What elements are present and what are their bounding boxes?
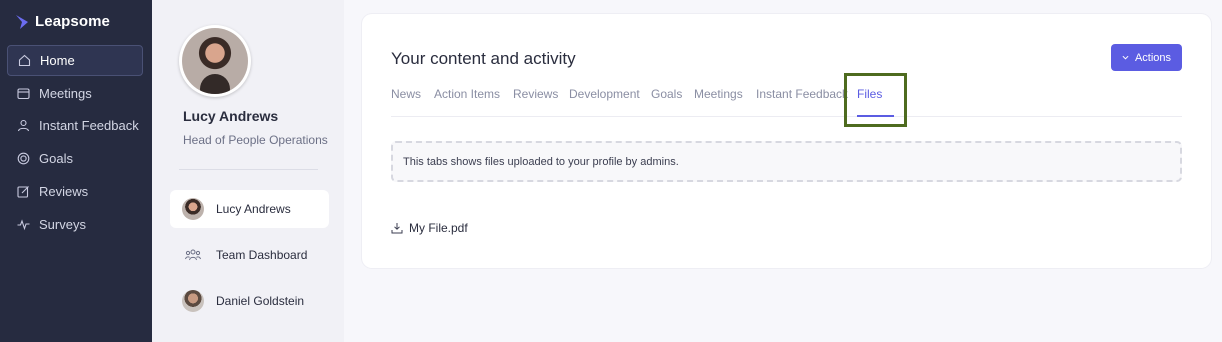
- nav-item-surveys[interactable]: Surveys: [7, 209, 143, 240]
- chevron-down-icon: [1122, 55, 1129, 60]
- nav-item-label: Instant Feedback: [39, 118, 139, 133]
- feedback-icon: [17, 119, 30, 132]
- files-info-text: This tabs shows files uploaded to your p…: [403, 155, 679, 168]
- person-item-label: Daniel Goldstein: [216, 294, 305, 308]
- brand-name: Leapsome: [35, 13, 110, 30]
- person-item-label: Team Dashboard: [216, 248, 308, 262]
- nav-item-goals[interactable]: Goals: [7, 143, 143, 174]
- tab-goals[interactable]: Goals: [651, 87, 682, 101]
- profile-photo: [182, 28, 248, 94]
- profile-name: Lucy Andrews: [183, 108, 279, 124]
- person-item-label: Lucy Andrews: [216, 202, 291, 216]
- meetings-icon: [17, 88, 30, 100]
- actions-button[interactable]: Actions: [1111, 44, 1182, 71]
- actions-button-label: Actions: [1134, 51, 1172, 64]
- profile-avatar: [179, 25, 251, 97]
- profile-panel: Lucy Andrews Head of People Operations L…: [152, 0, 344, 342]
- nav-item-home[interactable]: Home: [7, 45, 143, 76]
- nav-item-label: Home: [40, 53, 75, 68]
- tab-news[interactable]: News: [391, 87, 421, 101]
- nav-item-instant-feedback[interactable]: Instant Feedback: [7, 110, 143, 141]
- person-item-lucy-andrews[interactable]: Lucy Andrews: [170, 190, 329, 228]
- profile-divider: [179, 169, 318, 170]
- content-card: Your content and activity Actions News A…: [362, 14, 1211, 268]
- avatar: [182, 290, 204, 312]
- tab-files[interactable]: Files: [857, 87, 882, 101]
- nav-item-label: Reviews: [39, 184, 89, 199]
- file-name: My File.pdf: [409, 221, 468, 235]
- files-info-box: This tabs shows files uploaded to your p…: [391, 141, 1182, 182]
- file-item[interactable]: My File.pdf: [391, 221, 468, 235]
- tab-meetings[interactable]: Meetings: [694, 87, 743, 101]
- nav-item-reviews[interactable]: Reviews: [7, 176, 143, 207]
- person-item-team-dashboard[interactable]: Team Dashboard: [170, 236, 329, 274]
- nav-item-label: Surveys: [39, 217, 86, 232]
- tab-reviews[interactable]: Reviews: [513, 87, 558, 101]
- nav-item-meetings[interactable]: Meetings: [7, 78, 143, 109]
- team-icon: [182, 244, 204, 266]
- home-icon: [18, 54, 31, 67]
- content-tabs: News Action Items Reviews Development Go…: [391, 87, 1182, 117]
- download-icon: [391, 223, 403, 234]
- avatar: [182, 198, 204, 220]
- brand-logo[interactable]: Leapsome: [15, 13, 110, 30]
- tab-action-items[interactable]: Action Items: [434, 87, 500, 101]
- active-tab-indicator: [857, 115, 894, 117]
- tab-instant-feedback[interactable]: Instant Feedback: [756, 87, 848, 101]
- reviews-icon: [17, 186, 29, 198]
- goals-icon: [17, 152, 30, 165]
- main-navigation: Leapsome Home Meetings Instant Feedback …: [0, 0, 152, 342]
- tab-development[interactable]: Development: [569, 87, 640, 101]
- nav-item-label: Meetings: [39, 86, 92, 101]
- page-title: Your content and activity: [391, 49, 576, 68]
- person-item-daniel-goldstein[interactable]: Daniel Goldstein: [170, 282, 329, 320]
- profile-role: Head of People Operations: [183, 133, 328, 147]
- nav-item-label: Goals: [39, 151, 73, 166]
- surveys-icon: [17, 219, 30, 231]
- leapsome-logo-icon: [16, 14, 28, 29]
